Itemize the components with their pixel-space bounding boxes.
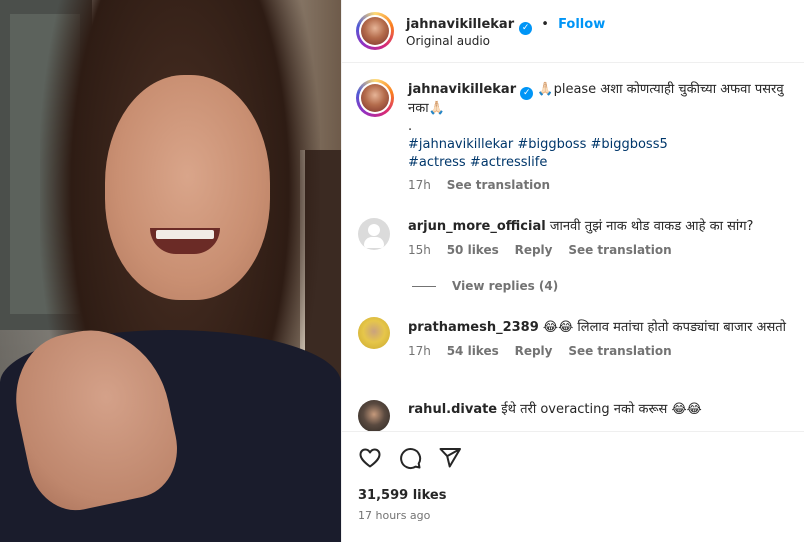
caption-avatar[interactable] — [356, 79, 394, 117]
comment-username[interactable]: arjun_more_official — [408, 219, 546, 234]
caption-hashtags-1[interactable]: #jahnavikillekar #biggboss #biggboss5 — [408, 136, 798, 154]
caption-username[interactable]: jahnavikillekar — [408, 82, 516, 97]
heart-icon[interactable] — [358, 446, 382, 470]
comment-item: arjun_more_official जानवी तुझं नाक थोड व… — [408, 218, 798, 257]
likes-count[interactable]: 31,599 likes — [358, 488, 446, 503]
author-username[interactable]: jahnavikillekar — [406, 17, 514, 32]
comment-avatar[interactable] — [358, 218, 390, 250]
person-face — [105, 75, 270, 300]
comment-username[interactable]: prathamesh_2389 — [408, 320, 539, 335]
post-actions: 31,599 likes 17 hours ago — [342, 431, 804, 542]
verified-icon: ✓ — [519, 22, 533, 35]
comments-list[interactable]: jahnavikillekar ✓ 🙏🏻please अशा कोणत्याही… — [342, 64, 804, 431]
comment-icon[interactable] — [398, 446, 422, 470]
comment-item: rahul.divate ईथे तरी overacting नको करूस… — [408, 401, 798, 419]
post-timestamp[interactable]: 17 hours ago — [358, 509, 430, 522]
see-translation-link[interactable]: See translation — [447, 178, 550, 192]
follow-button[interactable]: Follow — [558, 17, 605, 32]
caption-dot: . — [408, 119, 413, 134]
comment-item: prathamesh_2389 😂😂 लिलाव मतांचा होतो कपड… — [408, 319, 788, 358]
caption: jahnavikillekar ✓ 🙏🏻please अशा कोणत्याही… — [408, 81, 798, 192]
comment-avatar[interactable] — [358, 317, 390, 349]
comment-username[interactable]: rahul.divate — [408, 402, 497, 417]
comment-likes[interactable]: 50 likes — [447, 243, 499, 257]
caption-time[interactable]: 17h — [408, 178, 431, 192]
comment-likes[interactable]: 54 likes — [447, 344, 499, 358]
comment-time[interactable]: 15h — [408, 243, 431, 257]
comment-text: ईथे तरी overacting नको करूस 😂😂 — [501, 402, 702, 417]
separator-dot: • — [541, 17, 549, 32]
see-translation-link[interactable]: See translation — [568, 344, 671, 358]
verified-icon: ✓ — [520, 87, 534, 100]
author-avatar[interactable] — [356, 12, 394, 50]
comment-text: 😂😂 लिलाव मतांचा होतो कपड्यांचा बाजार असत… — [542, 320, 787, 335]
post-header: jahnavikillekar ✓ • Follow Original audi… — [342, 0, 804, 63]
view-replies-button[interactable]: View replies (4) — [412, 279, 558, 293]
reply-button[interactable]: Reply — [515, 243, 553, 257]
comment-time[interactable]: 17h — [408, 344, 431, 358]
comment-text: जानवी तुझं नाक थोड वाकड आहे का सांग? — [549, 219, 754, 234]
comment-avatar[interactable] — [358, 400, 390, 431]
see-translation-link[interactable]: See translation — [568, 243, 671, 257]
audio-label[interactable]: Original audio — [406, 34, 490, 48]
post-video[interactable] — [0, 0, 341, 542]
caption-hashtags-2[interactable]: #actress #actresslife — [408, 154, 798, 172]
post-panel: jahnavikillekar ✓ • Follow Original audi… — [341, 0, 804, 542]
share-icon[interactable] — [438, 446, 462, 470]
reply-button[interactable]: Reply — [515, 344, 553, 358]
